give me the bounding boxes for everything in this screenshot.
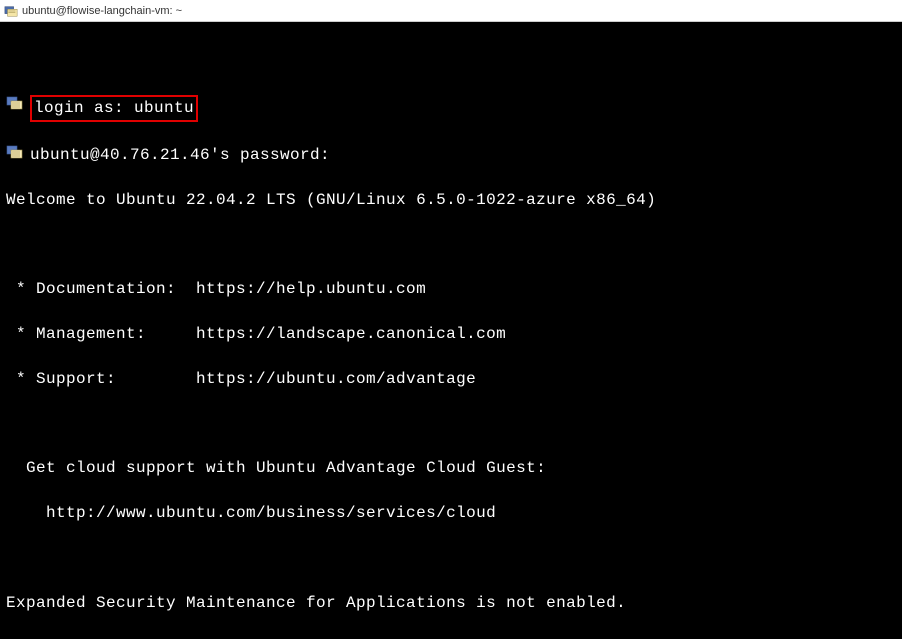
- management-line: * Management: https://landscape.canonica…: [6, 323, 896, 345]
- window-title-bar[interactable]: ubuntu@flowise-langchain-vm: ~: [0, 0, 902, 22]
- cloud-support-line-1: Get cloud support with Ubuntu Advantage …: [6, 457, 896, 479]
- terminal-viewport[interactable]: login as: ubuntu ubuntu@40.76.21.46's pa…: [0, 22, 902, 639]
- documentation-line: * Documentation: https://help.ubuntu.com: [6, 278, 896, 300]
- password-prompt: ubuntu@40.76.21.46's password:: [30, 144, 330, 166]
- blank-line: [6, 413, 896, 435]
- login-prompt: login as: ubuntu: [34, 99, 194, 117]
- putty-app-icon: [4, 4, 18, 18]
- login-highlight-box: login as: ubuntu: [30, 95, 198, 121]
- esm-notice-line: Expanded Security Maintenance for Applic…: [6, 592, 896, 614]
- cloud-support-line-2: http://www.ubuntu.com/business/services/…: [6, 502, 896, 524]
- blank-line: [6, 547, 896, 569]
- window-title: ubuntu@flowise-langchain-vm: ~: [22, 5, 182, 17]
- putty-session-icon: [6, 95, 24, 111]
- support-line: * Support: https://ubuntu.com/advantage: [6, 368, 896, 390]
- putty-session-icon: [6, 144, 24, 160]
- blank-line: [6, 234, 896, 256]
- welcome-line: Welcome to Ubuntu 22.04.2 LTS (GNU/Linux…: [6, 189, 896, 211]
